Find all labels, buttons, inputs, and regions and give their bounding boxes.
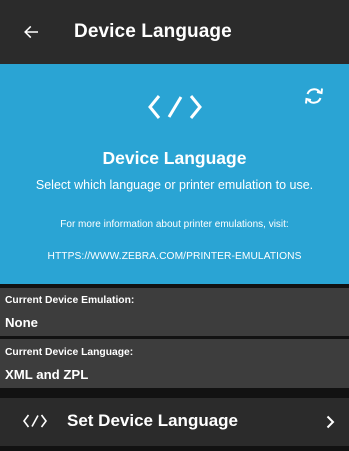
current-emulation-value: None [5,315,38,330]
printer-emulations-link[interactable]: HTTPS://WWW.ZEBRA.COM/PRINTER-EMULATIONS [0,251,349,262]
current-emulation-label: Current Device Emulation: [5,295,135,306]
current-language-row: Current Device Language: XML and ZPL [0,339,349,388]
current-language-label: Current Device Language: [5,347,134,358]
banner-info-text: For more information about printer emula… [60,219,289,230]
device-language-banner: Device Language Select which language or… [0,64,349,284]
current-language-value: XML and ZPL [5,367,89,382]
back-button[interactable] [0,0,38,64]
page-title: Device Language [74,21,232,42]
refresh-icon [305,88,323,104]
chevron-right-icon [326,415,335,429]
banner-title: Device Language [102,148,247,168]
arrow-left-icon [24,25,38,39]
set-device-language-button[interactable]: Set Device Language [0,398,349,446]
app-bar: Device Language [0,0,349,64]
refresh-button[interactable] [301,85,327,111]
current-emulation-row: Current Device Emulation: None [0,288,349,336]
code-icon [23,414,47,428]
banner-subtitle: Select which language or printer emulati… [35,178,314,192]
set-device-language-label: Set Device Language [67,411,239,430]
code-icon [148,95,202,119]
